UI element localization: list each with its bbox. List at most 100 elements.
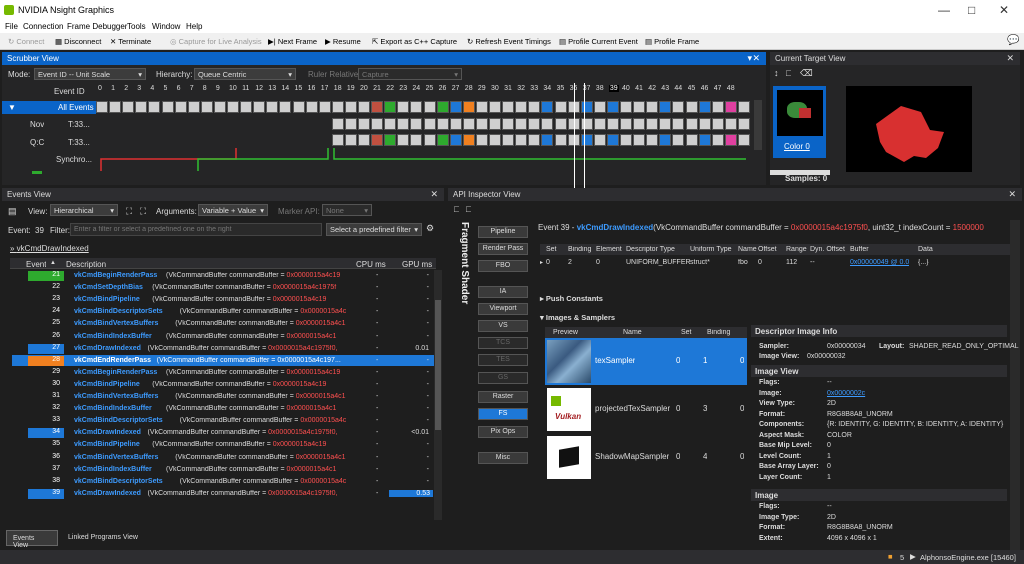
timeline-cell[interactable] bbox=[737, 134, 750, 146]
color-target-thumbnail[interactable]: Color 0 bbox=[773, 86, 826, 158]
col-description[interactable]: Description bbox=[66, 260, 106, 269]
table-row[interactable]: 26 vkCmdBindIndexBuffer (VkCommandBuffer c… bbox=[12, 331, 435, 343]
timeline-cell[interactable] bbox=[305, 101, 318, 113]
timeline-cell[interactable] bbox=[371, 134, 384, 146]
stage-button-vs[interactable]: VS bbox=[478, 320, 528, 332]
table-row[interactable]: 32 vkCmdBindIndexBuffer (VkCommandBuffer c… bbox=[12, 403, 435, 415]
timeline-cell[interactable] bbox=[606, 118, 619, 130]
timeline-cell[interactable] bbox=[475, 101, 488, 113]
timeline-cell[interactable] bbox=[554, 134, 567, 146]
timeline-cell[interactable] bbox=[541, 134, 554, 146]
timeline-cell[interactable] bbox=[436, 118, 449, 130]
cube-icon[interactable]: □ bbox=[786, 68, 791, 78]
timeline-cell[interactable] bbox=[541, 101, 554, 113]
table-row[interactable]: 31 vkCmdBindVertexBuffers (VkCommandBuffer… bbox=[12, 391, 435, 403]
col-set[interactable]: Set bbox=[681, 329, 692, 336]
close-icon[interactable]: ✕ bbox=[1008, 189, 1016, 200]
menu-file[interactable]: File bbox=[5, 22, 18, 31]
timeline-cell[interactable] bbox=[410, 118, 423, 130]
close-icon[interactable]: ✕ bbox=[430, 189, 438, 200]
profile-event-button[interactable]: ▤ Profile Current Event bbox=[559, 37, 638, 46]
timeline-cell[interactable] bbox=[593, 118, 606, 130]
filter-icon[interactable]: ▼ bbox=[8, 103, 16, 112]
timeline-cell[interactable] bbox=[384, 101, 397, 113]
timeline-cell[interactable] bbox=[475, 134, 488, 146]
close-icon[interactable]: ✕ bbox=[752, 53, 760, 64]
timeline-cell[interactable] bbox=[331, 134, 344, 146]
timeline-cell[interactable] bbox=[737, 101, 750, 113]
timeline-cell[interactable] bbox=[358, 101, 370, 113]
marker-api-select[interactable]: None ▾ bbox=[322, 204, 372, 216]
timeline-cell[interactable] bbox=[620, 134, 632, 146]
timeline-cell[interactable] bbox=[462, 134, 475, 146]
timeline-cell[interactable] bbox=[331, 118, 344, 130]
descriptor-col[interactable]: Dyn. Offset bbox=[810, 246, 845, 253]
timeline-cell[interactable] bbox=[279, 101, 292, 113]
view-select[interactable]: Hierarchical ▾ bbox=[50, 204, 118, 216]
timeline-cell[interactable] bbox=[711, 118, 724, 130]
timeline-cell[interactable] bbox=[449, 101, 462, 113]
table-row[interactable]: 29 vkCmdBeginRenderPass (VkCommandBuffer c… bbox=[12, 367, 435, 379]
timeline-cell[interactable] bbox=[489, 134, 501, 146]
stage-button-gs[interactable]: GS bbox=[478, 372, 528, 384]
scrollbar[interactable] bbox=[754, 100, 762, 150]
timeline-cell[interactable] bbox=[423, 101, 436, 113]
timeline-cell[interactable] bbox=[436, 101, 449, 113]
resize-icon[interactable]: ↕ bbox=[774, 68, 779, 78]
col-event[interactable]: Event bbox=[26, 260, 46, 269]
timeline-cell[interactable] bbox=[292, 101, 305, 113]
timeline-row-queue-1[interactable] bbox=[96, 118, 756, 131]
timeline-cell[interactable] bbox=[200, 101, 213, 113]
expand-icon[interactable]: ▸ bbox=[540, 259, 543, 266]
save-icon[interactable]: ▤ bbox=[8, 206, 17, 217]
timeline-cell[interactable] bbox=[266, 101, 279, 113]
table-row[interactable]: 24 vkCmdBindDescriptorSets (VkCommandBuffe… bbox=[12, 306, 435, 318]
stage-button-viewport[interactable]: Viewport bbox=[478, 303, 528, 315]
timeline-cell[interactable] bbox=[672, 118, 685, 130]
timeline-cell[interactable] bbox=[515, 101, 528, 113]
images-samplers-section[interactable]: ▾ Images & Samplers bbox=[540, 313, 1010, 325]
descriptor-col[interactable]: Buffer bbox=[850, 246, 869, 253]
table-row[interactable]: 21 vkCmdBeginRenderPass (VkCommandBuffer c… bbox=[12, 270, 435, 282]
timeline-cell[interactable] bbox=[724, 101, 737, 113]
timeline-cell[interactable] bbox=[672, 101, 685, 113]
timeline-cell[interactable] bbox=[410, 134, 423, 146]
table-row[interactable]: 35 vkCmdBindPipeline (VkCommandBuffer comm… bbox=[12, 439, 435, 451]
push-constants-section[interactable]: ▸ Push Constants bbox=[540, 294, 1010, 306]
stage-button-ia[interactable]: IA bbox=[478, 286, 528, 298]
timeline-cell[interactable] bbox=[528, 101, 541, 113]
timeline-cell[interactable] bbox=[148, 101, 161, 113]
timeline-cell[interactable] bbox=[423, 118, 436, 130]
timeline-cell[interactable] bbox=[633, 134, 646, 146]
timeline-cell[interactable] bbox=[240, 101, 253, 113]
collapse-icon[interactable]: ⛶ bbox=[140, 206, 146, 217]
mode-select[interactable]: Event ID -- Unit Scale ▾ bbox=[34, 68, 146, 80]
timeline-cell[interactable] bbox=[109, 101, 122, 113]
timeline-cell[interactable] bbox=[620, 118, 632, 130]
table-row[interactable]: 33 vkCmdBindDescriptorSets (VkCommandBuffe… bbox=[12, 415, 435, 427]
warning-icon[interactable]: ■ bbox=[888, 552, 893, 561]
inspector-scrollbar[interactable] bbox=[1010, 220, 1020, 550]
menu-window[interactable]: Window bbox=[152, 22, 180, 31]
timeline-cell[interactable] bbox=[489, 101, 501, 113]
stage-button-fs[interactable]: FS bbox=[478, 408, 528, 420]
timeline-cell[interactable] bbox=[724, 134, 737, 146]
timeline-cell[interactable] bbox=[187, 101, 200, 113]
timeline-cell[interactable] bbox=[646, 101, 659, 113]
col-name[interactable]: Name bbox=[623, 329, 642, 336]
timeline-cell[interactable] bbox=[371, 118, 384, 130]
timeline-cell[interactable] bbox=[371, 101, 384, 113]
table-row[interactable]: 28 vkCmdEndRenderPass (VkCommandBuffer com… bbox=[12, 354, 435, 367]
copy-icon[interactable]: □ bbox=[466, 204, 471, 214]
col-binding[interactable]: Binding bbox=[707, 329, 730, 336]
timeline-cell[interactable] bbox=[436, 134, 449, 146]
stage-button-raster[interactable]: Raster bbox=[478, 391, 528, 403]
timeline-cell[interactable] bbox=[646, 134, 659, 146]
timeline-cell[interactable] bbox=[358, 118, 370, 130]
capture-live-button[interactable]: ◎ Capture for Live Analysis bbox=[170, 37, 262, 46]
timeline-cell[interactable] bbox=[528, 134, 541, 146]
close-icon[interactable]: ✕ bbox=[999, 3, 1009, 17]
table-row[interactable]: 27 vkCmdDrawIndexed (VkCommandBuffer comma… bbox=[12, 343, 435, 355]
ruler-select[interactable]: Capture ▾ bbox=[358, 68, 462, 80]
profile-frame-button[interactable]: ▤ Profile Frame bbox=[645, 37, 699, 46]
